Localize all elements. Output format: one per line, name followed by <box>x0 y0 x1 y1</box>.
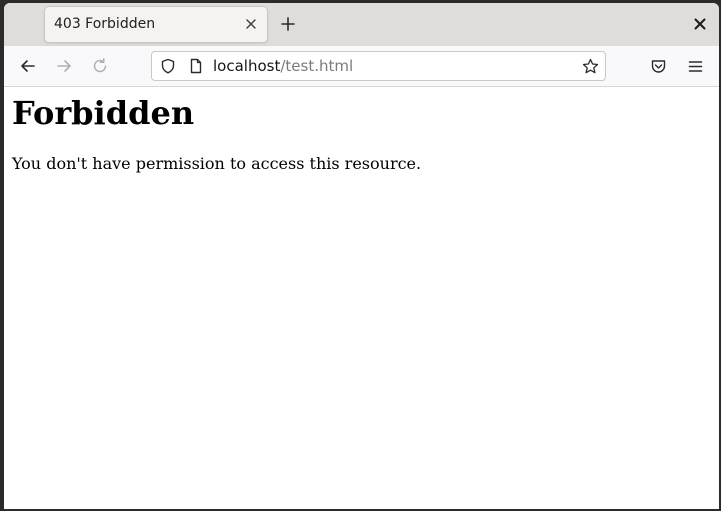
address-bar[interactable]: localhost/test.html <box>151 51 606 81</box>
window-close-icon[interactable] <box>692 16 708 32</box>
forward-arrow-icon[interactable] <box>55 57 73 75</box>
page-content: Forbidden You don't have permission to a… <box>4 87 719 509</box>
bookmark-star-icon[interactable] <box>582 58 599 75</box>
tab-title: 403 Forbidden <box>54 16 156 32</box>
hamburger-menu-icon[interactable] <box>687 58 704 75</box>
tab-strip: 403 Forbidden <box>4 3 719 46</box>
url-host: localhost <box>213 57 281 75</box>
shield-icon[interactable] <box>160 58 176 74</box>
tab-active[interactable]: 403 Forbidden <box>45 7 267 42</box>
navigation-toolbar: localhost/test.html <box>4 46 719 87</box>
pocket-icon[interactable] <box>650 58 667 75</box>
reload-icon[interactable] <box>91 57 109 75</box>
page-message: You don't have permission to access this… <box>12 154 422 173</box>
browser-window: 403 Forbidden localhost/test.html Forbid… <box>4 3 719 509</box>
back-arrow-icon[interactable] <box>19 57 37 75</box>
page-info-icon[interactable] <box>188 58 204 74</box>
url-text[interactable]: localhost/test.html <box>213 57 353 75</box>
url-path: /test.html <box>280 57 354 75</box>
page-heading: Forbidden <box>12 94 195 132</box>
new-tab-plus-icon[interactable] <box>279 15 297 33</box>
tab-close-icon[interactable] <box>243 16 259 32</box>
